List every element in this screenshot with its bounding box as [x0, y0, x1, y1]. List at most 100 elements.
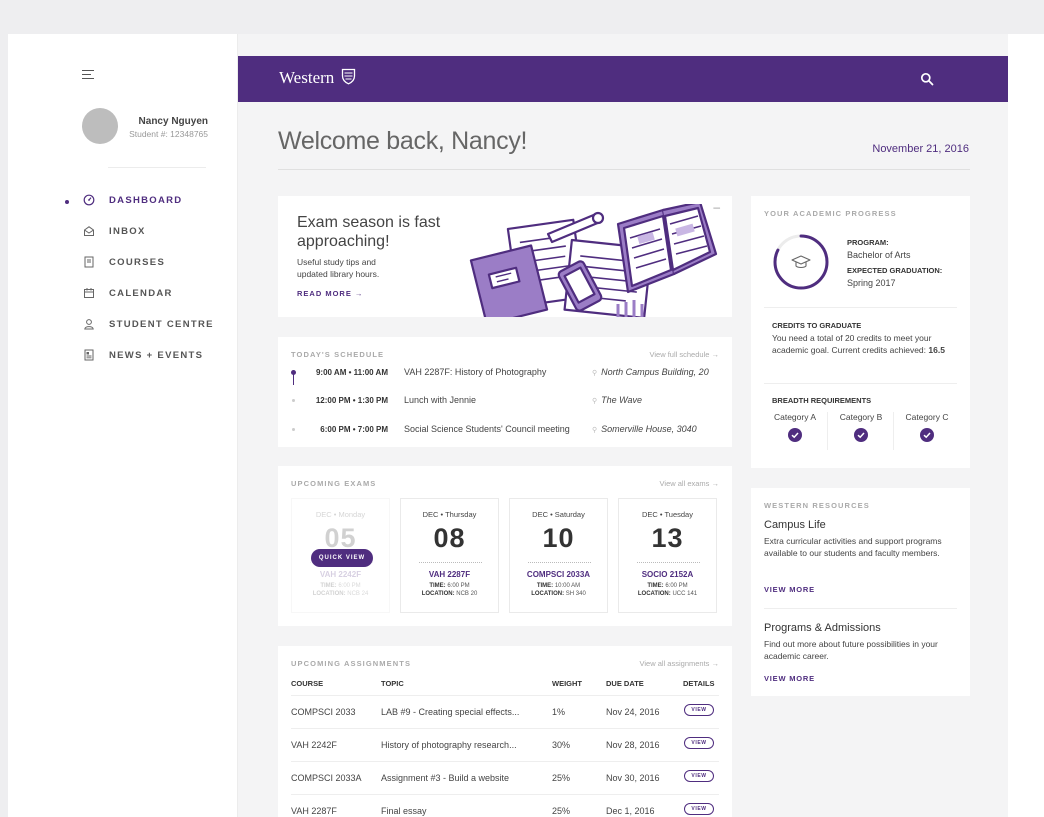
section-divider	[764, 383, 957, 384]
event-title: Lunch with Jennie	[404, 395, 477, 405]
assignment-due-date: Nov 24, 2016	[606, 707, 660, 717]
sidebar-item-inbox[interactable]: INBOX	[8, 223, 238, 254]
exam-location: LOCATION: SH 340	[531, 591, 586, 597]
view-all-assignments-link[interactable]: View all assignments →	[640, 659, 719, 668]
category-a: Category A	[764, 412, 826, 442]
academic-progress-card: YOUR ACADEMIC PROGRESS PROGRAM: Bachelor…	[751, 196, 970, 468]
user-icon	[83, 318, 95, 332]
menu-icon[interactable]	[82, 70, 94, 80]
exam-tile[interactable]: DEC • Thursday 08 VAH 2287F TIME: 6:00 P…	[400, 498, 499, 613]
current-date: November 21, 2016	[872, 143, 969, 155]
exam-location: LOCATION: NCB 24	[312, 591, 369, 597]
view-button[interactable]: VIEW	[684, 770, 714, 782]
event-location: ⚲ The Wave	[592, 395, 642, 405]
assignment-due-date: Dec 1, 2016	[606, 806, 655, 816]
resource-text: Extra curricular activities and support …	[764, 536, 942, 558]
assignment-weight: 30%	[552, 740, 571, 750]
event-time: 12:00 PM • 1:30 PM	[315, 396, 388, 405]
schedule-item[interactable]: 12:00 PM • 1:30 PM Lunch with Jennie ⚲ Th…	[278, 393, 732, 413]
schedule-item[interactable]: 9:00 AM • 11:00 AM VAH 2287F: History of…	[278, 365, 732, 385]
event-title: VAH 2287F: History of Photography	[404, 367, 547, 377]
search-icon[interactable]	[920, 72, 934, 86]
sidebar-item-label: CALENDAR	[109, 288, 173, 299]
read-more-link[interactable]: READ MORE →	[297, 289, 363, 298]
event-location-text: Somerville House, 3040	[601, 424, 697, 434]
program-value: Bachelor of Arts	[847, 250, 911, 260]
view-more-link[interactable]: VIEW MORE	[764, 674, 815, 683]
column-header-course: COURSE	[291, 679, 324, 688]
exam-day: DEC • Saturday	[532, 510, 585, 519]
card-title: WESTERN RESOURCES	[764, 501, 870, 510]
sidebar-item-courses[interactable]: COURSES	[8, 254, 238, 285]
view-more-link[interactable]: VIEW MORE	[764, 585, 815, 594]
table-row: COMPSCI 2033 LAB #9 - Creating special e…	[291, 695, 719, 728]
exam-course: SOCIO 2152A	[641, 570, 694, 579]
sidebar-item-student-centre[interactable]: STUDENT CENTRE	[8, 316, 238, 347]
column-header-topic: TOPIC	[381, 679, 404, 688]
event-time: 6:00 PM • 7:00 PM	[320, 425, 388, 434]
upcoming-exams-card: UPCOMING EXAMS View all exams → DEC • Mo…	[278, 466, 732, 626]
view-button[interactable]: VIEW	[684, 803, 714, 815]
exam-season-card: Exam season is fast approaching! Useful …	[278, 196, 732, 317]
exam-course: VAH 2287F	[428, 570, 471, 579]
app-frame: Nancy Nguyen Student #: 12348765 DASHBOA…	[8, 34, 1044, 817]
breadth-title: BREADTH REQUIREMENTS	[772, 396, 872, 405]
program-label: PROGRAM:	[847, 238, 889, 247]
calendar-icon	[83, 287, 95, 301]
graduation-label: EXPECTED GRADUATION:	[847, 266, 943, 275]
view-button[interactable]: VIEW	[684, 737, 714, 749]
user-name: Nancy Nguyen	[138, 116, 208, 127]
graduation-cap-icon	[791, 255, 811, 269]
assignment-topic: LAB #9 - Creating special effects...	[381, 707, 520, 717]
event-time: 9:00 AM • 11:00 AM	[315, 368, 388, 377]
quick-view-button[interactable]: QUICK VIEW	[311, 549, 373, 567]
assignment-weight: 1%	[552, 707, 566, 717]
check-icon	[788, 428, 802, 442]
sidebar-item-label: INBOX	[109, 226, 146, 237]
inbox-icon	[83, 225, 95, 239]
exam-tile[interactable]: DEC • Tuesday 13 SOCIO 2152A TIME: 6:00 …	[618, 498, 717, 613]
brand-logo[interactable]: Western	[279, 68, 356, 88]
column-header-details: DETAILS	[683, 679, 715, 688]
assignment-weight: 25%	[552, 773, 571, 783]
schedule-item[interactable]: 6:00 PM • 7:00 PM Social Science Student…	[278, 422, 732, 442]
western-resources-card: WESTERN RESOURCES Campus Life Extra curr…	[751, 488, 970, 696]
credits-value: 16.5	[928, 344, 945, 355]
view-all-exams-link[interactable]: View all exams →	[660, 479, 719, 488]
timeline-dot	[292, 399, 295, 402]
sidebar-item-news-events[interactable]: NEWS + EVENTS	[8, 347, 238, 378]
assignment-topic: Final essay	[381, 806, 427, 816]
view-full-schedule-link[interactable]: View full schedule →	[650, 350, 719, 359]
news-icon	[83, 349, 95, 363]
table-row: VAH 2242F History of photography researc…	[291, 728, 719, 761]
assignment-course: VAH 2242F	[291, 740, 337, 750]
section-divider	[764, 307, 957, 308]
user-profile[interactable]: Nancy Nguyen Student #: 12348765	[82, 108, 232, 148]
category-b: Category B	[830, 412, 892, 442]
exam-date: 08	[433, 523, 466, 553]
exam-day: DEC • Tuesday	[642, 510, 693, 519]
brand-name: Western	[279, 68, 335, 87]
sidebar-item-label: NEWS + EVENTS	[109, 350, 204, 361]
exam-course: COMPSCI 2033A	[526, 570, 591, 579]
assignment-course: VAH 2287F	[291, 806, 337, 816]
sidebar-item-label: STUDENT CENTRE	[109, 319, 214, 330]
assignment-course: COMPSCI 2033A	[291, 773, 362, 783]
sidebar-item-calendar[interactable]: CALENDAR	[8, 285, 238, 316]
crest-icon	[341, 68, 355, 85]
upcoming-assignments-card: UPCOMING ASSIGNMENTS View all assignment…	[278, 646, 732, 817]
event-location: ⚲ North Campus Building, 20	[592, 367, 709, 377]
exam-tile[interactable]: DEC • Saturday 10 COMPSCI 2033A TIME: 10…	[509, 498, 608, 613]
todays-schedule-card: TODAY'S SCHEDULE View full schedule → 9:…	[278, 337, 732, 447]
sidebar-item-dashboard[interactable]: DASHBOARD	[8, 192, 238, 223]
student-id: Student #: 12348765	[129, 129, 208, 139]
resource-title: Programs & Admissions	[764, 622, 881, 634]
check-icon	[920, 428, 934, 442]
view-button[interactable]: VIEW	[684, 704, 714, 716]
tile-divider	[637, 562, 700, 563]
exam-course: VAH 2242F	[319, 570, 362, 579]
card-title: UPCOMING ASSIGNMENTS	[291, 659, 412, 668]
sidebar: Nancy Nguyen Student #: 12348765 DASHBOA…	[8, 34, 238, 817]
exam-time: TIME: 6:00 PM	[647, 583, 688, 589]
table-row: COMPSCI 2033A Assignment #3 - Build a we…	[291, 761, 719, 794]
